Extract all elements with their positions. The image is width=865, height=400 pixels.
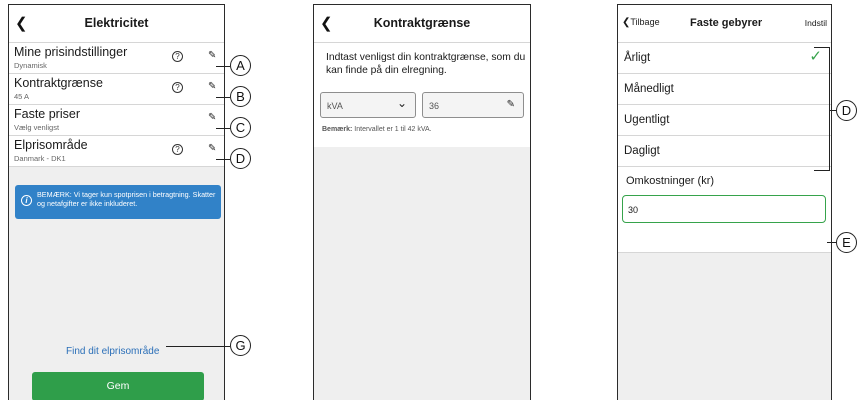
- range-note-label: Bemærk:: [322, 126, 353, 133]
- range-note: Bemærk: Intervallet er 1 til 42 kVA.: [322, 126, 432, 133]
- option-maanedligt[interactable]: Månedligt: [618, 74, 831, 105]
- save-button[interactable]: Gem: [32, 372, 204, 400]
- row-title: Elprisområde: [14, 138, 88, 152]
- help-icon[interactable]: ?: [172, 51, 183, 62]
- page-title: Elektricitet: [84, 16, 149, 30]
- callout-line: [166, 346, 230, 347]
- row-subtitle: Vælg venligst: [14, 123, 60, 132]
- callout-line: [216, 128, 230, 129]
- cost-input[interactable]: 30: [622, 195, 826, 223]
- instruction-text: Indtast venligst din kontraktgrænse, som…: [326, 52, 526, 76]
- cost-label: Omkostninger (kr): [626, 175, 715, 187]
- row-title: Mine prisindstillinger: [14, 45, 128, 59]
- row-subtitle: 45 A: [14, 92, 30, 101]
- limit-input-value: 36: [429, 101, 440, 111]
- header: ❮Tilbage Faste gebyrer Indstil: [618, 5, 831, 43]
- page-title: Kontraktgrænse: [373, 16, 471, 30]
- unit-select[interactable]: kVA ⌄: [320, 92, 416, 118]
- callout-bracket: [814, 47, 830, 171]
- info-banner-text: BEMÆRK: Vi tager kun spotprisen i betrag…: [37, 190, 216, 208]
- pencil-icon[interactable]: ✎: [208, 143, 216, 154]
- callout-b: B: [230, 86, 251, 107]
- help-icon[interactable]: ?: [172, 144, 183, 155]
- row-mine-prisindstillinger[interactable]: Mine prisindstillinger Dynamisk ? ✎: [9, 43, 224, 74]
- pencil-icon[interactable]: ✎: [208, 81, 216, 92]
- callout-line: [216, 66, 230, 67]
- pencil-icon[interactable]: ✎: [507, 99, 515, 110]
- screen-kontraktgraense: ❮ Kontraktgrænse Indtast venligst din ko…: [313, 4, 531, 400]
- pencil-icon[interactable]: ✎: [208, 50, 216, 61]
- callout-d: D: [836, 100, 857, 121]
- option-label: Dagligt: [624, 145, 660, 157]
- option-label: Årligt: [624, 52, 651, 64]
- cost-section: Omkostninger (kr) 30: [618, 167, 831, 253]
- row-kontraktgraense[interactable]: Kontraktgrænse 45 A ? ✎: [9, 74, 224, 105]
- row-elprisomraade[interactable]: Elprisområde Danmark - DK1 ? ✎: [9, 136, 224, 167]
- pencil-icon[interactable]: ✎: [208, 112, 216, 123]
- chevron-down-icon: ⌄: [396, 96, 407, 110]
- option-ugentligt[interactable]: Ugentligt: [618, 105, 831, 136]
- header: ❮ Kontraktgrænse: [314, 5, 530, 43]
- option-dagligt[interactable]: Dagligt: [618, 136, 831, 167]
- limit-input[interactable]: 36 ✎: [422, 92, 524, 118]
- info-banner: i BEMÆRK: Vi tager kun spotprisen i betr…: [15, 185, 221, 219]
- info-icon: i: [21, 195, 32, 206]
- unit-select-value: kVA: [327, 101, 343, 111]
- row-faste-priser[interactable]: Faste priser Vælg venligst ✎: [9, 105, 224, 136]
- header: ❮ Elektricitet: [9, 5, 224, 43]
- back-label: Tilbage: [630, 17, 660, 27]
- row-title: Kontraktgrænse: [14, 76, 103, 90]
- set-button[interactable]: Indstil: [805, 18, 827, 28]
- option-aarligt[interactable]: Årligt ✓: [618, 43, 831, 74]
- callout-line: [216, 159, 230, 160]
- callout-e: E: [836, 232, 857, 253]
- back-button[interactable]: ❮Tilbage: [622, 17, 660, 28]
- callout-line: [216, 97, 230, 98]
- screen-faste-gebyrer: ❮Tilbage Faste gebyrer Indstil Årligt ✓ …: [617, 4, 832, 400]
- screen-elektricitet: ❮ Elektricitet Mine prisindstillinger Dy…: [8, 4, 225, 400]
- callout-g: G: [230, 335, 251, 356]
- callout-d: D: [230, 148, 251, 169]
- find-elprisomraade-link[interactable]: Find dit elprisområde: [66, 346, 159, 357]
- row-title: Faste priser: [14, 107, 80, 121]
- option-label: Ugentligt: [624, 114, 670, 126]
- option-label: Månedligt: [624, 83, 674, 95]
- callout-line: [827, 242, 836, 243]
- help-icon[interactable]: ?: [172, 82, 183, 93]
- row-subtitle: Dynamisk: [14, 61, 47, 70]
- range-note-text: Intervallet er 1 til 42 kVA.: [352, 126, 432, 133]
- callout-a: A: [230, 55, 251, 76]
- callout-c: C: [230, 117, 251, 138]
- row-subtitle: Danmark - DK1: [14, 154, 66, 163]
- page-title: Faste gebyrer: [690, 17, 763, 29]
